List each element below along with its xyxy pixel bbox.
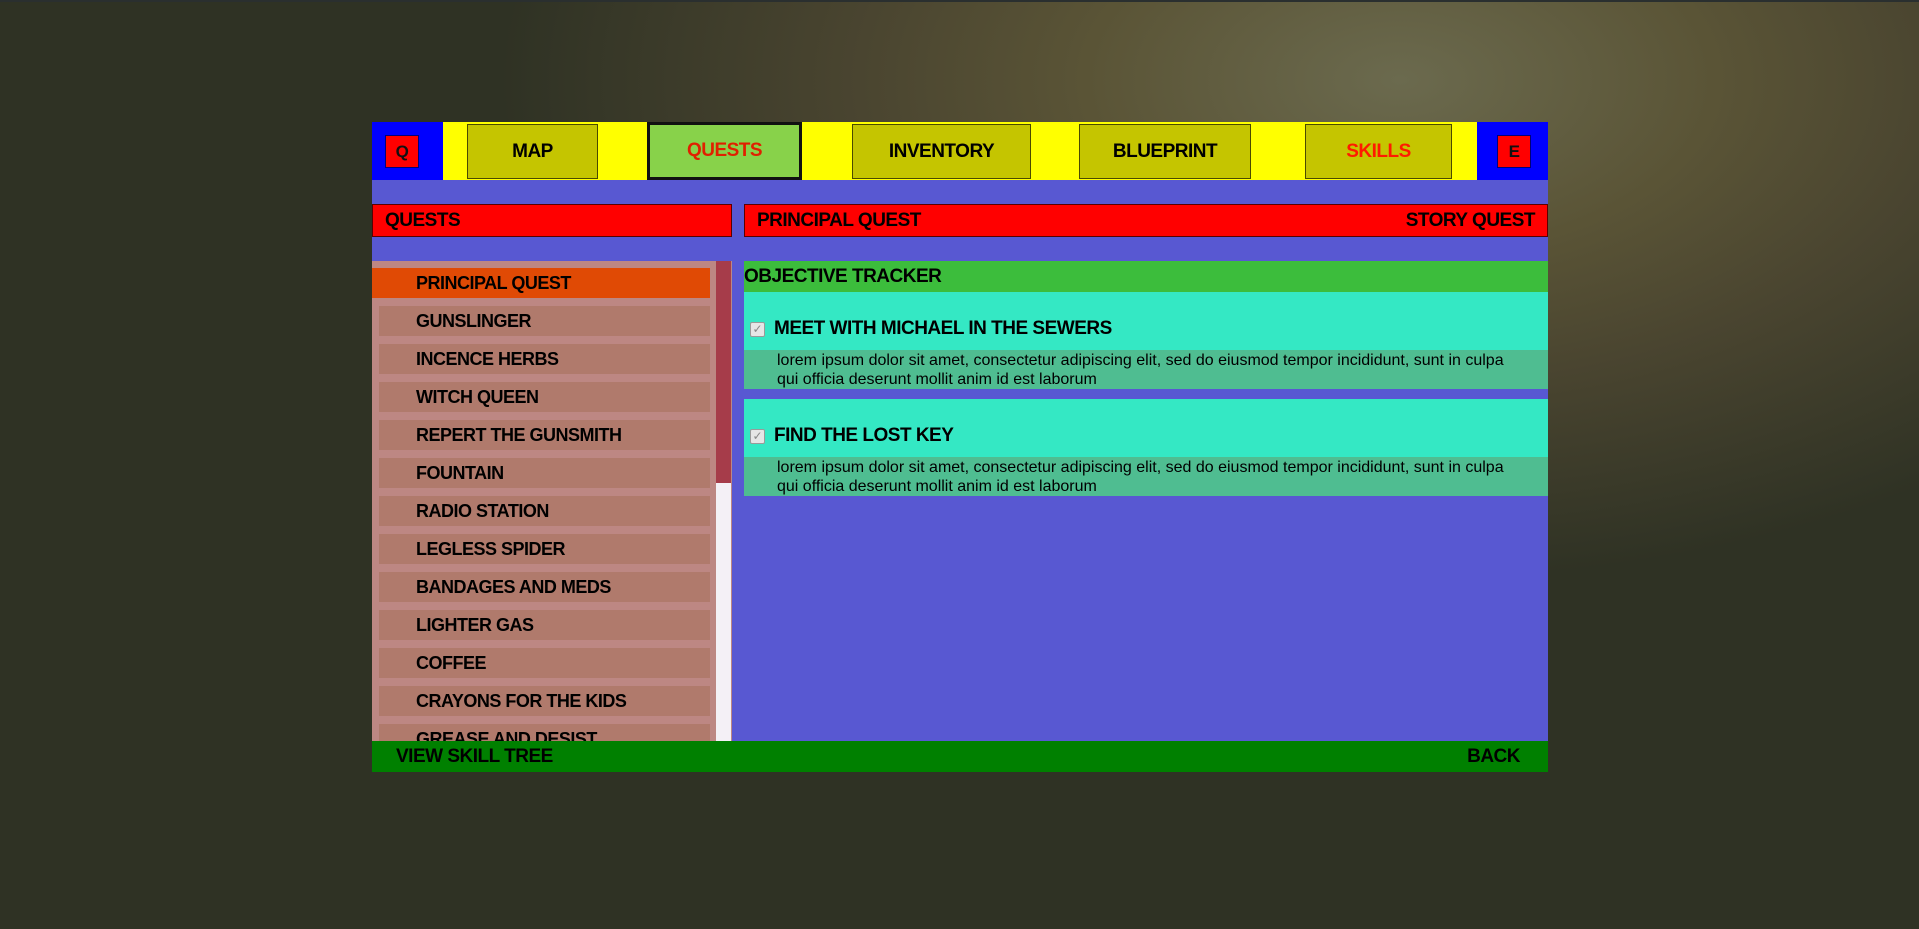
quest-list-item-bandages-and-meds[interactable]: BANDAGES AND MEDS: [379, 572, 710, 602]
checkbox-checked-icon: ✓: [750, 322, 765, 337]
quest-list-item-radio-station[interactable]: RADIO STATION: [379, 496, 710, 526]
quest-list-item-coffee[interactable]: COFFEE: [379, 648, 710, 678]
next-tab-key-block: E: [1477, 122, 1548, 180]
top-navigation-bar: Q MAP QUESTS INVENTORY BLUEPRINT SKILLS …: [372, 122, 1548, 180]
back-button[interactable]: BACK: [1467, 746, 1520, 768]
view-skill-tree-button[interactable]: VIEW SKILL TREE: [396, 746, 553, 768]
objective-description: lorem ipsum dolor sit amet, consectetur …: [744, 350, 1548, 389]
quest-list-scrollbar-thumb[interactable]: [716, 261, 731, 483]
tab-map[interactable]: MAP: [467, 124, 598, 179]
quest-list-item-repert-the-gunsmith[interactable]: REPERT THE GUNSMITH: [379, 420, 710, 450]
objective-item: ✓ MEET WITH MICHAEL IN THE SEWERS: [744, 292, 1548, 350]
objective-title: MEET WITH MICHAEL IN THE SEWERS: [774, 318, 1112, 339]
footer-bar: VIEW SKILL TREE BACK: [372, 741, 1548, 772]
quest-list-scrollbar[interactable]: [716, 261, 731, 741]
quest-list-item-incence-herbs[interactable]: INCENCE HERBS: [379, 344, 710, 374]
window-top-border: [0, 0, 1919, 2]
objective-description-line1: lorem ipsum dolor sit amet, consectetur …: [777, 459, 1504, 476]
quest-list-item-grease-and-desist[interactable]: GREASE AND DESIST: [379, 724, 710, 741]
quest-list-item-lighter-gas[interactable]: LIGHTER GAS: [379, 610, 710, 640]
objective-description-line2: qui officia deserunt mollit anim id est …: [777, 478, 1097, 495]
quest-journal-panel: Q MAP QUESTS INVENTORY BLUEPRINT SKILLS …: [372, 122, 1548, 772]
next-tab-e-key[interactable]: E: [1497, 135, 1531, 168]
tab-skills[interactable]: SKILLS: [1305, 124, 1452, 179]
quests-list-header: QUESTS: [372, 204, 732, 237]
quest-detail-title: PRINCIPAL QUEST: [757, 209, 921, 231]
quest-detail-header: PRINCIPAL QUEST STORY QUEST: [744, 204, 1548, 237]
quest-list-item-crayons-for-the-kids[interactable]: CRAYONS FOR THE KIDS: [379, 686, 710, 716]
quest-list-item-gunslinger[interactable]: GUNSLINGER: [379, 306, 710, 336]
quest-list-item-principal-quest[interactable]: PRINCIPAL QUEST: [372, 268, 710, 298]
objective-description-line2: qui officia deserunt mollit anim id est …: [777, 371, 1097, 388]
quests-header-label: QUESTS: [385, 209, 461, 231]
objective-tracker-header: OBJECTIVE TRACKER: [744, 261, 1548, 292]
objective-description-line1: lorem ipsum dolor sit amet, consectetur …: [777, 352, 1504, 369]
tab-blueprint[interactable]: BLUEPRINT: [1079, 124, 1251, 179]
objective-tracker-title: OBJECTIVE TRACKER: [744, 265, 942, 287]
prev-tab-q-key[interactable]: Q: [385, 135, 419, 168]
quest-type-label: STORY QUEST: [1405, 209, 1536, 231]
quest-list: PRINCIPAL QUEST GUNSLINGER INCENCE HERBS…: [372, 261, 732, 741]
quest-list-item-witch-queen[interactable]: WITCH QUEEN: [379, 382, 710, 412]
quest-list-item-fountain[interactable]: FOUNTAIN: [379, 458, 710, 488]
tab-inventory[interactable]: INVENTORY: [852, 124, 1031, 179]
quest-list-item-legless-spider[interactable]: LEGLESS SPIDER: [379, 534, 710, 564]
objective-title: FIND THE LOST KEY: [774, 425, 954, 446]
objective-item: ✓ FIND THE LOST KEY: [744, 399, 1548, 457]
prev-tab-key-block: Q: [372, 122, 443, 180]
tab-quests[interactable]: QUESTS: [647, 122, 802, 180]
checkbox-checked-icon: ✓: [750, 429, 765, 444]
objective-description: lorem ipsum dolor sit amet, consectetur …: [744, 457, 1548, 496]
